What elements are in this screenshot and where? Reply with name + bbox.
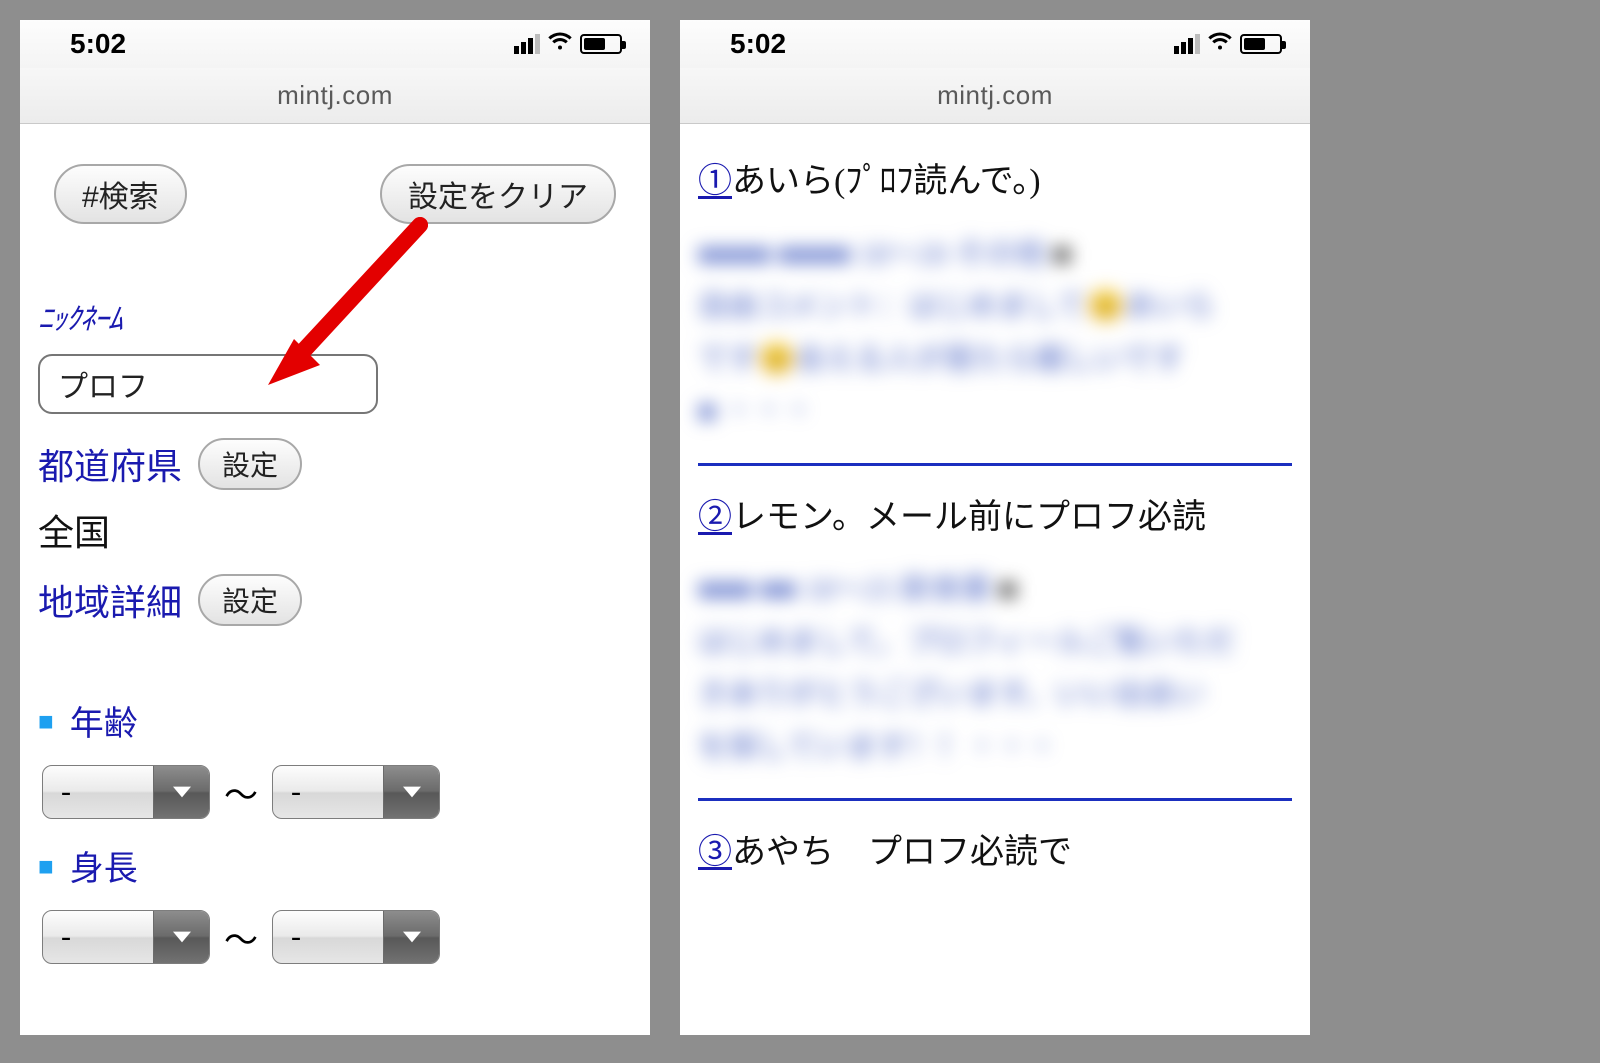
result-title: ③あやち プロフ必読で [698,827,1292,880]
square-bullet-icon: ■ [38,708,54,734]
nickname-label: ﾆｯｸﾈｰﾑ [38,294,632,338]
cellular-signal-icon [514,34,540,54]
status-bar: 5:02 [20,20,650,68]
url-text: mintj.com [937,80,1053,111]
age-from-select[interactable]: - [42,765,210,819]
status-icons [1174,31,1282,57]
url-text: mintj.com [277,80,393,111]
region-detail-label: 地域詳細 [38,574,182,626]
height-from-select[interactable]: - [42,910,210,964]
height-to-select[interactable]: - [272,910,440,964]
chevron-down-icon [153,766,209,818]
age-section-label: ■年齢 [38,696,632,745]
blurred-body: ■■■■ ■■■■ 18〜20 その他 ■ 自由コメント：はじめまして😊あいら … [698,229,1292,439]
chevron-down-icon [383,911,439,963]
battery-icon [580,34,622,54]
status-time: 5:02 [70,28,126,60]
search-form: #検索 設定をクリア ﾆｯｸﾈｰﾑ 都道府県 設定 全国 地域詳細 設定 ■年齢… [20,124,650,964]
result-number: ① [698,163,732,200]
battery-icon [1240,34,1282,54]
wifi-icon [1208,31,1232,57]
search-results: ①あいら(ﾌﾟﾛﾌ読んで。) ■■■■ ■■■■ 18〜20 その他 ■ 自由コ… [680,124,1310,904]
result-number: ② [698,499,732,536]
nickname-input[interactable] [38,354,378,414]
result-item[interactable]: ③あやち プロフ必読で [698,801,1292,904]
hash-search-button[interactable]: #検索 [54,164,187,224]
cellular-signal-icon [1174,34,1200,54]
result-item[interactable]: ②レモン。メール前にプロフ必読 ■■■ ■■ 18〜25 飲食業 ■ はじめまし… [698,466,1292,802]
clear-settings-button[interactable]: 設定をクリア [380,164,616,224]
result-number: ③ [698,834,732,871]
chevron-down-icon [153,911,209,963]
phone-screenshot-left: 5:02 mintj.com #検索 設定をクリア ﾆｯｸﾈｰﾑ 都道府県 設定… [20,20,650,1035]
status-time: 5:02 [730,28,786,60]
range-separator: 〜 [224,913,258,962]
height-section-label: ■身長 [38,841,632,890]
blurred-body: ■■■ ■■ 18〜25 飲食業 ■ はじめまして。プロフィールご覧いただ きあ… [698,564,1292,774]
region-detail-set-button[interactable]: 設定 [198,574,302,626]
prefecture-label: 都道府県 [38,438,182,490]
age-to-select[interactable]: - [272,765,440,819]
wifi-icon [548,31,572,57]
browser-url-bar[interactable]: mintj.com [20,68,650,124]
result-title: ①あいら(ﾌﾟﾛﾌ読んで。) [698,156,1292,209]
phone-screenshot-right: 5:02 mintj.com ①あいら(ﾌﾟﾛﾌ読んで。) ■■■■ ■■■■ … [680,20,1310,1035]
result-title: ②レモン。メール前にプロフ必読 [698,492,1292,545]
range-separator: 〜 [224,768,258,817]
status-icons [514,31,622,57]
browser-url-bar[interactable]: mintj.com [680,68,1310,124]
prefecture-set-button[interactable]: 設定 [198,438,302,490]
status-bar: 5:02 [680,20,1310,68]
result-item[interactable]: ①あいら(ﾌﾟﾛﾌ読んで。) ■■■■ ■■■■ 18〜20 その他 ■ 自由コ… [698,130,1292,466]
chevron-down-icon [383,766,439,818]
prefecture-value: 全国 [38,504,632,556]
square-bullet-icon: ■ [38,853,54,879]
